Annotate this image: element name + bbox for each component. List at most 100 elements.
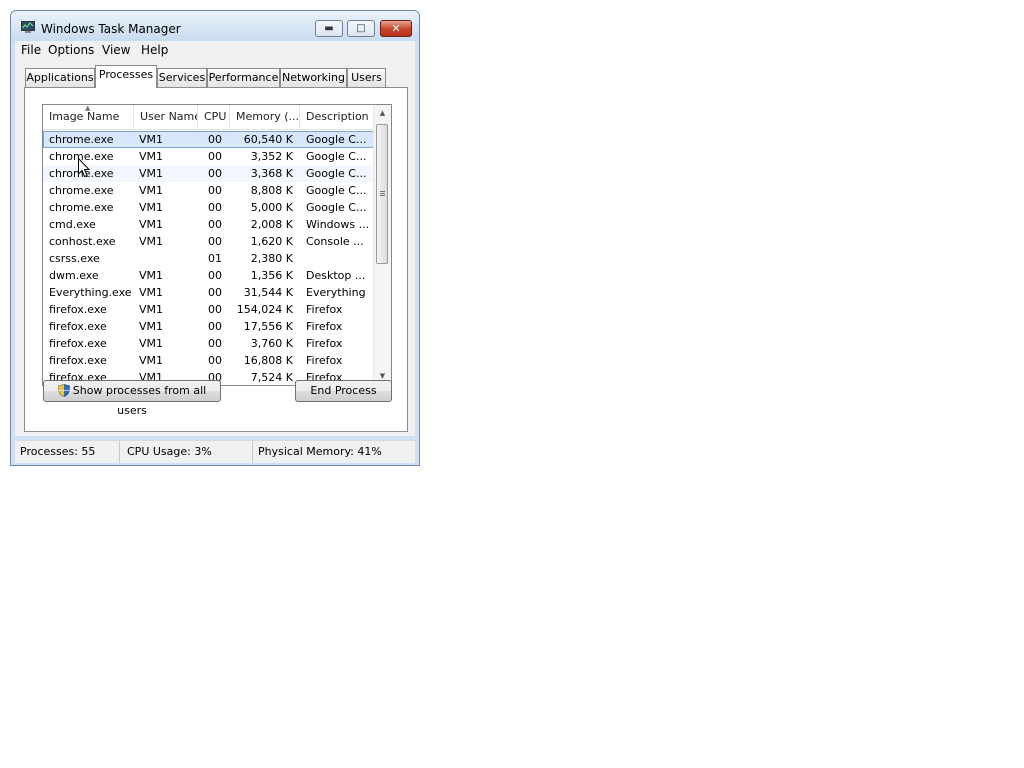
vertical-scrollbar[interactable]: ▲ ▼ — [373, 105, 391, 385]
table-row[interactable]: dwm.exe VM1 00 1,356 K Desktop ... — [43, 267, 374, 284]
cell-description: Everything — [306, 286, 366, 299]
show-all-processes-button[interactable]: Show processes from all users — [43, 380, 221, 417]
cell-image-name: csrss.exe — [49, 252, 100, 265]
tab-applications[interactable]: Applications — [25, 68, 95, 87]
cell-description — [306, 250, 368, 267]
scroll-up-icon[interactable]: ▲ — [374, 105, 391, 122]
process-rows: chrome.exe VM1 00 60,540 K Google C... chrome… — [43, 131, 374, 385]
cell-memory: 3,352 K — [250, 150, 293, 163]
cell-image-name: chrome.exe — [49, 201, 114, 214]
cell-memory: 1,356 K — [250, 269, 293, 282]
sort-ascending-icon: ▲ — [85, 105, 91, 112]
menu-help[interactable]: Help — [137, 43, 172, 57]
title-bar[interactable]: Windows Task Manager ▬ □ ✕ — [11, 11, 419, 41]
status-physical-memory: Physical Memory: 41% — [258, 445, 382, 458]
cell-cpu: 00 — [208, 201, 222, 214]
tab-users[interactable]: Users — [347, 68, 386, 87]
cell-cpu: 00 — [208, 133, 222, 146]
cell-user-name — [139, 250, 199, 267]
tab-processes[interactable]: Processes — [95, 65, 157, 88]
cell-cpu: 01 — [208, 252, 222, 265]
cell-description: Console ... — [306, 235, 364, 248]
table-row[interactable]: csrss.exe 01 2,380 K — [43, 250, 374, 267]
grip-line — [380, 195, 385, 196]
status-bar: Processes: 55 CPU Usage: 3% Physical Mem… — [15, 440, 415, 463]
table-row[interactable]: cmd.exe VM1 00 2,008 K Windows ... — [43, 216, 374, 233]
tab-performance[interactable]: Performance — [207, 68, 280, 87]
table-row[interactable]: chrome.exe VM1 00 3,352 K Google C... — [43, 148, 374, 165]
cell-image-name: Everything.exe — [49, 286, 132, 299]
scroll-thumb[interactable] — [376, 124, 388, 264]
show-all-label: Show processes from all users — [72, 384, 207, 417]
cell-memory: 5,000 K — [250, 201, 293, 214]
menu-view[interactable]: View — [98, 43, 134, 57]
table-row[interactable]: chrome.exe VM1 00 3,368 K Google C... — [43, 165, 374, 182]
cell-image-name: chrome.exe — [49, 167, 114, 180]
cell-image-name: chrome.exe — [49, 184, 114, 197]
table-row[interactable]: conhost.exe VM1 00 1,620 K Console ... — [43, 233, 374, 250]
cell-user-name: VM1 — [139, 235, 164, 248]
cell-description: Google C... — [306, 150, 367, 163]
menu-options[interactable]: Options — [44, 43, 98, 57]
cell-memory: 60,540 K — [243, 133, 293, 146]
table-row[interactable]: chrome.exe VM1 00 8,808 K Google C... — [43, 182, 374, 199]
table-row[interactable]: Everything.exe VM1 00 31,544 K Everything — [43, 284, 374, 301]
tab-networking[interactable]: Networking — [280, 68, 347, 87]
cell-user-name: VM1 — [139, 184, 164, 197]
table-row[interactable]: chrome.exe VM1 00 60,540 K Google C... — [43, 131, 374, 148]
cell-memory: 16,808 K — [243, 354, 293, 367]
tab-services[interactable]: Services — [157, 68, 207, 87]
cell-description: Google C... — [306, 201, 367, 214]
cell-user-name: VM1 — [139, 320, 164, 333]
column-header-user-name[interactable]: User Name — [134, 105, 198, 129]
cell-memory: 1,620 K — [250, 235, 293, 248]
status-processes: Processes: 55 — [15, 441, 120, 463]
table-row[interactable]: firefox.exe VM1 00 3,760 K Firefox — [43, 335, 374, 352]
table-row[interactable]: firefox.exe VM1 00 17,556 K Firefox — [43, 318, 374, 335]
cell-image-name: firefox.exe — [49, 320, 107, 333]
window-title: Windows Task Manager — [41, 22, 181, 36]
cell-image-name: firefox.exe — [49, 354, 107, 367]
column-header-cpu[interactable]: CPU — [198, 105, 230, 129]
close-button[interactable]: ✕ — [380, 20, 412, 37]
cell-cpu: 00 — [208, 167, 222, 180]
menu-file[interactable]: File — [17, 43, 45, 57]
cell-user-name: VM1 — [139, 337, 164, 350]
cell-memory: 17,556 K — [243, 320, 293, 333]
maximize-button[interactable]: □ — [347, 20, 375, 37]
cell-cpu: 00 — [208, 150, 222, 163]
cell-description: Google C... — [306, 133, 367, 146]
cell-description: Google C... — [306, 184, 367, 197]
table-row[interactable]: firefox.exe VM1 00 154,024 K Firefox — [43, 301, 374, 318]
cell-user-name: VM1 — [139, 303, 164, 316]
cell-cpu: 00 — [208, 235, 222, 248]
process-list[interactable]: ▲ Image Name User Name CPU Memory (... D… — [42, 104, 392, 386]
task-manager-icon — [21, 21, 35, 33]
column-header-memory[interactable]: Memory (... — [230, 105, 300, 129]
cell-cpu: 00 — [208, 286, 222, 299]
cell-memory: 2,008 K — [250, 218, 293, 231]
processes-panel: ▲ Image Name User Name CPU Memory (... D… — [24, 87, 408, 432]
close-icon: ✕ — [391, 22, 401, 35]
cell-user-name: VM1 — [139, 286, 164, 299]
cell-user-name: VM1 — [139, 218, 164, 231]
cell-cpu: 00 — [208, 337, 222, 350]
cell-user-name: VM1 — [139, 354, 164, 367]
cell-image-name: cmd.exe — [49, 218, 96, 231]
column-header-description[interactable]: Description — [300, 105, 374, 129]
cell-description: Firefox — [306, 337, 343, 350]
minimize-button[interactable]: ▬ — [315, 20, 343, 37]
column-header-row: ▲ Image Name User Name CPU Memory (... D… — [43, 105, 374, 130]
cell-user-name: VM1 — [139, 133, 164, 146]
cell-memory: 154,024 K — [236, 303, 293, 316]
end-process-button[interactable]: End Process — [295, 380, 392, 402]
grip-line — [380, 193, 385, 194]
table-row[interactable]: firefox.exe VM1 00 16,808 K Firefox — [43, 352, 374, 369]
cell-user-name: VM1 — [139, 150, 164, 163]
cell-description: Firefox — [306, 354, 343, 367]
menu-bar: File Options View Help — [15, 41, 415, 60]
table-row[interactable]: chrome.exe VM1 00 5,000 K Google C... — [43, 199, 374, 216]
column-header-image-name[interactable]: ▲ Image Name — [43, 105, 134, 129]
cell-cpu: 00 — [208, 354, 222, 367]
cell-memory: 3,368 K — [250, 167, 293, 180]
